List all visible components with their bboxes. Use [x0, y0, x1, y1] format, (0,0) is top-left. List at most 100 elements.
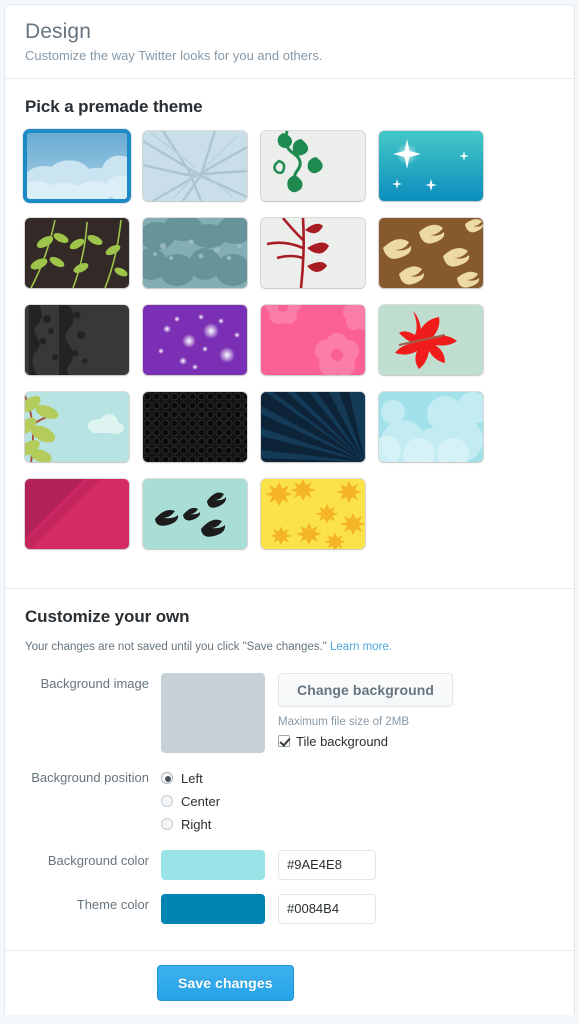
customize-section: Customize your own Your changes are not … [5, 589, 574, 950]
theme-thumbnail-clouds-blue-sky[interactable] [23, 128, 131, 203]
theme-art-green-leaves-brown [25, 217, 129, 288]
form-footer: Save changes [5, 949, 574, 1015]
background-position-option-label: Right [181, 816, 212, 832]
theme-thumbnail-pink-flowers[interactable] [261, 304, 365, 375]
theme-art-leaves-and-cloud [25, 391, 129, 462]
theme-cell [25, 217, 143, 305]
background-color-swatch[interactable] [161, 849, 265, 880]
theme-cell [143, 391, 261, 479]
background-color-input[interactable] [278, 849, 376, 880]
theme-cell [25, 391, 143, 479]
tile-background-checkbox[interactable] [278, 735, 290, 748]
theme-cell [143, 130, 261, 218]
theme-art-red-wheat-stalk [261, 217, 365, 288]
theme-cell [379, 217, 497, 305]
theme-art-magenta-diagonal [25, 478, 129, 549]
theme-cell [261, 130, 379, 218]
theme-art-black-carbon-dots [143, 391, 247, 462]
background-position-option-left[interactable]: Left [161, 767, 220, 790]
theme-thumbnail-yellow-maple-leaves[interactable] [261, 478, 365, 549]
background-position-label: Background position [31, 769, 149, 785]
theme-art-green-ivy-vine [261, 130, 365, 201]
theme-thumbnail-red-wheat-stalk[interactable] [261, 217, 365, 288]
theme-cell [25, 304, 143, 392]
theme-art-pink-flowers [261, 304, 365, 375]
background-position-radio-group: Left Center Right [161, 767, 220, 836]
theme-color-label: Theme color [76, 896, 149, 912]
theme-thumbnail-birds-in-flight[interactable] [143, 478, 247, 549]
theme-thumbnail-purple-starfield[interactable] [143, 304, 247, 375]
tile-background-row[interactable]: Tile background [278, 734, 453, 749]
theme-thumbnail-red-maple-leaf[interactable] [379, 304, 483, 375]
theme-art-dark-forest-night [25, 304, 129, 375]
theme-cell [23, 128, 143, 218]
theme-cell [143, 478, 261, 566]
theme-cell [143, 304, 261, 392]
theme-cell [261, 478, 379, 566]
background-color-label: Background color [47, 852, 149, 868]
theme-art-teal-sparkle [379, 130, 483, 201]
max-file-size-hint: Maximum file size of 2MB [278, 715, 410, 728]
background-position-option-center[interactable]: Center [161, 790, 220, 813]
background-position-option-label: Center [181, 793, 221, 809]
premade-themes-heading: Pick a premade theme [25, 96, 203, 116]
theme-art-navy-sunburst [261, 391, 365, 462]
theme-color-input[interactable] [278, 893, 376, 924]
theme-grid [23, 128, 505, 566]
theme-thumbnail-leaves-and-cloud[interactable] [25, 391, 129, 462]
radio-center-icon[interactable] [161, 795, 173, 808]
theme-art-pale-blue-clouds [379, 391, 483, 462]
premade-themes-section: Pick a premade theme [5, 79, 574, 588]
tile-background-label: Tile background [296, 733, 389, 749]
background-image-row: Background image Change background Maxim… [25, 672, 554, 753]
theme-art-purple-starfield [143, 304, 247, 375]
radio-left-icon[interactable] [161, 772, 173, 785]
settings-card: Design Customize the way Twitter looks f… [4, 4, 575, 1015]
theme-art-birds-on-brown [379, 217, 483, 288]
theme-thumbnail-teal-sparkle[interactable] [379, 130, 483, 201]
theme-cell [143, 217, 261, 305]
unsaved-note: Your changes are not saved until you cli… [25, 641, 554, 653]
theme-cell [379, 304, 497, 392]
page-title: Design [25, 20, 91, 43]
save-changes-button[interactable]: Save changes [157, 964, 294, 1001]
background-position-row: Background position Left Center Right [25, 767, 554, 836]
theme-art-yellow-maple-leaves [261, 478, 365, 549]
theme-art-birds-in-flight [143, 478, 247, 549]
theme-thumbnail-green-leaves-brown[interactable] [25, 217, 129, 288]
theme-thumbnail-black-carbon-dots[interactable] [143, 391, 247, 462]
theme-thumbnail-magenta-diagonal[interactable] [25, 478, 129, 549]
customize-heading: Customize your own [25, 606, 190, 626]
theme-cell [261, 304, 379, 392]
background-image-preview[interactable] [161, 672, 265, 753]
theme-art-clouds-blue-sky [27, 132, 127, 199]
background-image-label: Background image [40, 675, 149, 691]
radio-right-icon[interactable] [161, 818, 173, 831]
background-position-option-label: Left [181, 770, 203, 786]
learn-more-link[interactable]: Learn more. [330, 641, 392, 653]
theme-color-row: Theme color [25, 893, 554, 924]
background-position-option-right[interactable]: Right [161, 813, 220, 836]
background-color-row: Background color [25, 849, 554, 880]
theme-cell [379, 130, 497, 218]
theme-color-swatch[interactable] [161, 893, 265, 924]
unsaved-note-text: Your changes are not saved until you cli… [25, 640, 331, 653]
theme-cell [379, 391, 497, 479]
theme-cell [25, 478, 143, 566]
theme-thumbnail-dark-forest-night[interactable] [25, 304, 129, 375]
theme-art-misty-treetops [143, 217, 247, 288]
change-background-button[interactable]: Change background [278, 672, 454, 707]
theme-thumbnail-bare-branches[interactable] [143, 130, 247, 201]
design-settings-page: Design Customize the way Twitter looks f… [0, 0, 579, 1024]
theme-thumbnail-pale-blue-clouds[interactable] [379, 391, 483, 462]
theme-thumbnail-green-ivy-vine[interactable] [261, 130, 365, 201]
theme-thumbnail-birds-on-brown[interactable] [379, 217, 483, 288]
theme-art-red-maple-leaf [379, 304, 483, 375]
page-subtitle: Customize the way Twitter looks for you … [25, 48, 323, 64]
theme-thumbnail-misty-treetops[interactable] [143, 217, 247, 288]
theme-thumbnail-navy-sunburst[interactable] [261, 391, 365, 462]
theme-cell [261, 391, 379, 479]
theme-cell [261, 217, 379, 305]
page-header: Design Customize the way Twitter looks f… [5, 5, 574, 79]
theme-art-bare-branches [143, 130, 247, 201]
